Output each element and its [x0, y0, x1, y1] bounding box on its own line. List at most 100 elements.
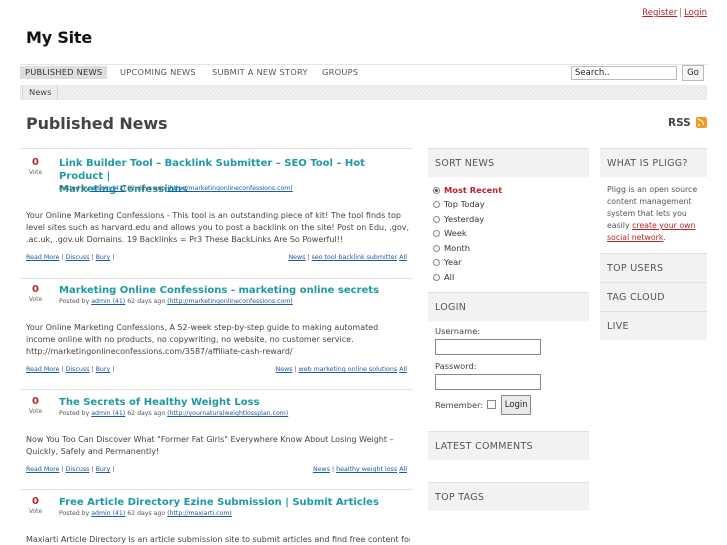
- story-title-line[interactable]: Link Builder Tool – Backlink Submitter –…: [59, 157, 409, 183]
- story-title[interactable]: The Secrets of Healthy Weight Loss: [59, 396, 409, 409]
- nav-submit-story[interactable]: SUBMIT A NEW STORY: [212, 66, 308, 79]
- vote-count: 0: [32, 284, 39, 295]
- password-field[interactable]: [435, 373, 541, 390]
- source-url-link[interactable]: (http://yournaturalweightlossplan.com): [167, 410, 288, 417]
- rss-label[interactable]: RSS: [668, 117, 691, 129]
- top-users-title[interactable]: TOP USERS: [600, 253, 707, 282]
- vote-box[interactable]: 0 Vote: [26, 157, 45, 177]
- source-url-link[interactable]: (http://marketingonlineconfessions.com): [167, 298, 293, 305]
- tag-link[interactable]: web marketing online solutions: [299, 366, 398, 373]
- tag-link[interactable]: healthy weight loss: [336, 466, 397, 473]
- nav-published-news[interactable]: PUBLISHED NEWS: [20, 66, 108, 79]
- author-link[interactable]: admin (41): [91, 185, 125, 192]
- radio-icon[interactable]: [433, 201, 440, 209]
- password-label: Password:: [435, 360, 477, 371]
- remember-row: Remember: Login: [435, 394, 589, 415]
- discuss-link[interactable]: Discuss: [66, 466, 90, 473]
- radio-icon[interactable]: [433, 259, 440, 267]
- username-field[interactable]: [435, 338, 541, 355]
- sort-week[interactable]: Week: [433, 227, 589, 242]
- sort-label[interactable]: Week: [444, 227, 467, 240]
- login-button[interactable]: Login: [501, 394, 532, 415]
- story-title[interactable]: Marketing Online Confessions - marketing…: [59, 284, 409, 297]
- nav-upcoming-news[interactable]: UPCOMING NEWS: [120, 66, 196, 79]
- vote-box[interactable]: 0 Vote: [26, 496, 45, 516]
- vote-label[interactable]: Vote: [26, 408, 45, 416]
- category-link[interactable]: News: [288, 254, 305, 261]
- sort-most-recent[interactable]: Most Recent: [433, 183, 589, 198]
- radio-icon[interactable]: [433, 273, 440, 281]
- nav-groups[interactable]: GROUPS: [322, 66, 358, 79]
- subnav-tab-news[interactable]: News: [22, 85, 59, 100]
- what-is-pligg-title: WHAT IS PLIGG?: [600, 148, 707, 177]
- radio-icon[interactable]: [433, 215, 440, 223]
- sort-label[interactable]: Year: [444, 256, 462, 269]
- story-age: 62 days ago: [127, 298, 166, 305]
- author-link[interactable]: admin (41): [91, 510, 125, 517]
- bury-link[interactable]: Bury: [96, 366, 111, 373]
- remember-label: Remember:: [435, 399, 484, 410]
- sort-all[interactable]: All: [433, 270, 589, 285]
- read-more-link[interactable]: Read More: [26, 366, 59, 373]
- sort-yesterday[interactable]: Yesterday: [433, 212, 589, 227]
- story-meta: Posted by admin (41) 62 days ago (http:/…: [59, 510, 232, 517]
- divider: [20, 278, 413, 279]
- story-age: 62 days ago: [127, 185, 166, 192]
- story-age: 62 days ago: [127, 510, 166, 517]
- story-title[interactable]: Free Article Directory Ezine Submission …: [59, 496, 409, 509]
- bury-link[interactable]: Bury: [96, 466, 111, 473]
- sort-month[interactable]: Month: [433, 241, 589, 256]
- sort-year[interactable]: Year: [433, 256, 589, 271]
- main-nav: PUBLISHED NEWS UPCOMING NEWS SUBMIT A NE…: [20, 64, 707, 82]
- rss-icon[interactable]: [696, 117, 707, 128]
- vote-box[interactable]: 0 Vote: [26, 396, 45, 416]
- sort-label[interactable]: Most Recent: [444, 184, 502, 197]
- login-link[interactable]: Login: [684, 8, 707, 18]
- category-link[interactable]: News: [275, 366, 292, 373]
- author-link[interactable]: admin (41): [91, 298, 125, 305]
- sort-label[interactable]: Top Today: [444, 198, 485, 211]
- sort-top-today[interactable]: Top Today: [433, 198, 589, 213]
- discuss-link[interactable]: Discuss: [66, 366, 90, 373]
- register-link[interactable]: Register: [642, 8, 677, 18]
- separator: |: [679, 8, 683, 18]
- vote-label[interactable]: Vote: [26, 508, 45, 516]
- vote-box[interactable]: 0 Vote: [26, 284, 45, 304]
- live-title[interactable]: LIVE: [600, 311, 707, 340]
- discuss-link[interactable]: Discuss: [66, 254, 90, 261]
- remember-checkbox[interactable]: [487, 400, 497, 409]
- search-input[interactable]: [571, 66, 677, 80]
- source-url-link[interactable]: (http://maxiarti.com): [167, 510, 232, 517]
- author-link[interactable]: admin (41): [91, 410, 125, 417]
- story-body: Now You Too Can Discover What "Former Fa…: [26, 435, 394, 457]
- radio-icon[interactable]: [433, 244, 440, 252]
- read-more-link[interactable]: Read More: [26, 254, 59, 261]
- divider: [20, 148, 413, 149]
- vote-count: 0: [32, 157, 39, 168]
- login-title: LOGIN: [428, 291, 589, 321]
- posted-by-label: Posted by: [59, 510, 90, 517]
- sort-label[interactable]: Month: [444, 242, 470, 255]
- bury-link[interactable]: Bury: [96, 254, 111, 261]
- all-link[interactable]: All: [399, 254, 407, 261]
- story-meta: Posted by admin (41) 62 days ago (http:/…: [59, 410, 288, 417]
- radio-icon[interactable]: [433, 186, 440, 194]
- story-tags: News | healthy weight loss All: [312, 466, 407, 473]
- vote-label[interactable]: Vote: [26, 169, 45, 177]
- tag-link[interactable]: seo tool backlink submitter: [312, 254, 398, 261]
- page-title: Published News: [26, 114, 168, 133]
- sort-news-title: SORT NEWS: [428, 148, 589, 177]
- tag-cloud-title[interactable]: TAG CLOUD: [600, 282, 707, 311]
- search-go-button[interactable]: Go: [682, 65, 704, 81]
- read-more-link[interactable]: Read More: [26, 466, 59, 473]
- radio-icon[interactable]: [433, 230, 440, 238]
- vote-label[interactable]: Vote: [26, 296, 45, 304]
- category-link[interactable]: News: [313, 466, 330, 473]
- all-link[interactable]: All: [399, 366, 407, 373]
- sort-label[interactable]: All: [444, 271, 454, 284]
- site-name[interactable]: My Site: [26, 28, 92, 47]
- source-url-link[interactable]: (http://marketingonlineconfessions.com): [167, 185, 293, 192]
- posted-by-label: Posted by: [59, 298, 90, 305]
- all-link[interactable]: All: [399, 466, 407, 473]
- sort-label[interactable]: Yesterday: [444, 213, 484, 226]
